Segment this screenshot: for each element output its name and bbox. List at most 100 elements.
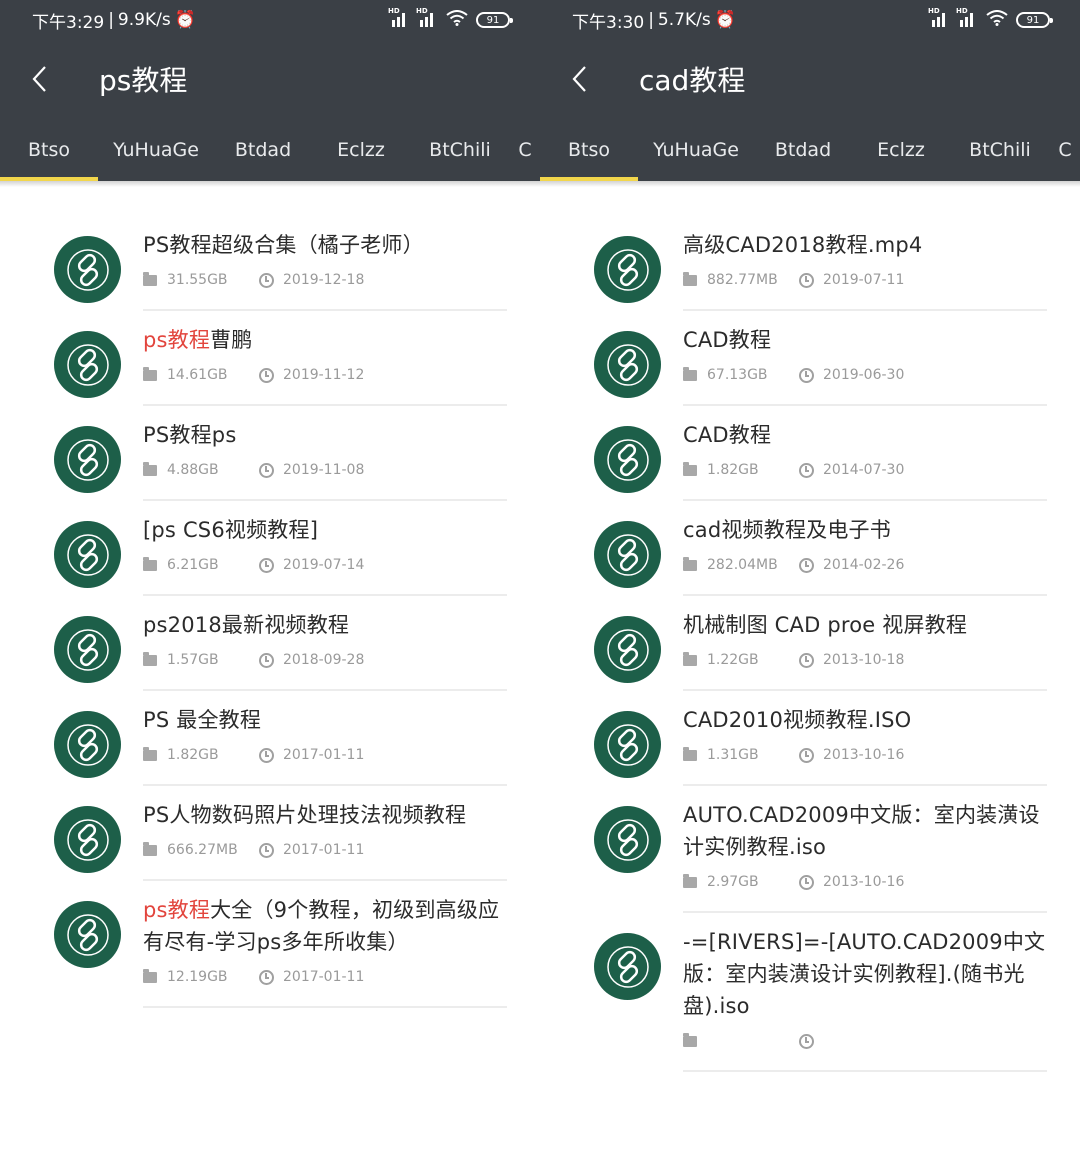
source-tabs: Btso YuHuaGe Btdad Eclzz BtChili C [0, 118, 540, 181]
list-item[interactable]: [ps CS6视频教程] 6.21GB 2019-07-14 [0, 501, 540, 596]
status-bar: 下午3:30 | 5.7K/s ⏰ HD HD 91 [540, 0, 1080, 40]
clock-icon [259, 462, 274, 478]
battery-icon: 91 [1016, 12, 1053, 28]
folder-icon [143, 461, 157, 476]
item-title: PS人物数码照片处理技法视频教程 [143, 803, 467, 827]
list-item[interactable]: PS人物数码照片处理技法视频教程 666.27MB 2017-01-11 [0, 786, 540, 881]
item-date: 2017-01-11 [283, 747, 365, 763]
screen-cad: 下午3:30 | 5.7K/s ⏰ HD HD 91 cad教程 Btso Yu… [540, 0, 1080, 1170]
tab-btchili[interactable]: BtChili [950, 118, 1050, 181]
wifi-icon [446, 9, 468, 31]
tab-eclzz[interactable]: Eclzz [312, 118, 410, 181]
list-item[interactable]: CAD教程 67.13GB 2019-06-30 [540, 311, 1080, 406]
clock-icon [799, 747, 814, 763]
item-size: 1.57GB [167, 652, 219, 668]
item-title: CAD教程 [683, 328, 772, 352]
link-icon [594, 933, 661, 1000]
item-date: 2013-10-18 [823, 652, 905, 668]
chevron-left-icon [32, 66, 46, 92]
item-title: ps教程大全（9个教程，初级到高级应有尽有-学习ps多年所收集） [143, 898, 500, 954]
tab-btso[interactable]: Btso [0, 118, 98, 181]
link-icon [54, 616, 121, 683]
folder-icon [143, 746, 157, 761]
list-item[interactable]: CAD2010视频教程.ISO 1.31GB 2013-10-16 [540, 691, 1080, 786]
list-item[interactable]: ps教程大全（9个教程，初级到高级应有尽有-学习ps多年所收集） 12.19GB… [0, 881, 540, 1008]
signal-icon: HD [928, 7, 950, 27]
list-item[interactable]: PS教程超级合集（橘子老师） 31.55GB 2019-12-18 [0, 216, 540, 311]
clock-icon [799, 874, 814, 890]
item-title: AUTO.CAD2009中文版：室内装潢设计实例教程.iso [683, 803, 1040, 859]
back-button[interactable] [0, 40, 80, 118]
app-bar: cad教程 [540, 40, 1080, 118]
screen-ps: 下午3:29 | 9.9K/s ⏰ HD HD 91 ps教程 Btso YuH… [0, 0, 540, 1170]
item-title: ps2018最新视频教程 [143, 613, 350, 637]
signal-icon: HD [388, 7, 410, 27]
status-time: 下午3:30 [572, 12, 645, 33]
item-date: 2014-07-30 [823, 462, 905, 478]
folder-icon [683, 873, 697, 888]
item-size: 882.77MB [707, 272, 778, 288]
wifi-icon [986, 9, 1008, 31]
item-date: 2017-01-11 [283, 969, 365, 985]
folder-icon [683, 271, 697, 286]
link-icon [54, 711, 121, 778]
folder-icon [143, 651, 157, 666]
list-item[interactable]: 机械制图 CAD proe 视屏教程 1.22GB 2013-10-18 [540, 596, 1080, 691]
item-date: 2019-07-14 [283, 557, 365, 573]
item-size: 1.31GB [707, 747, 759, 763]
clock-icon [799, 367, 814, 383]
link-icon [54, 521, 121, 588]
item-size: 67.13GB [707, 367, 768, 383]
list-item[interactable]: ps2018最新视频教程 1.57GB 2018-09-28 [0, 596, 540, 691]
item-title: ps教程曹鹏 [143, 328, 253, 352]
link-icon [54, 331, 121, 398]
folder-icon [143, 841, 157, 856]
tab-yuhuage[interactable]: YuHuaGe [638, 118, 754, 181]
item-date: 2014-02-26 [823, 557, 905, 573]
clock-icon [259, 557, 274, 573]
folder-icon [143, 271, 157, 286]
folder-icon [683, 746, 697, 761]
list-item[interactable]: 高级CAD2018教程.mp4 882.77MB 2019-07-11 [540, 216, 1080, 311]
link-icon [54, 426, 121, 493]
clock-icon [259, 367, 274, 383]
item-date: 2013-10-16 [823, 747, 905, 763]
list-item[interactable]: AUTO.CAD2009中文版：室内装潢设计实例教程.iso 2.97GB 201… [540, 786, 1080, 913]
tab-yuhuage[interactable]: YuHuaGe [98, 118, 214, 181]
status-time: 下午3:29 [32, 12, 105, 33]
item-size: 282.04MB [707, 557, 778, 573]
tab-btso[interactable]: Btso [540, 118, 638, 181]
link-icon [54, 901, 121, 968]
item-size: 1.82GB [167, 747, 219, 763]
list-item[interactable]: PS教程ps 4.88GB 2019-11-08 [0, 406, 540, 501]
tab-c[interactable]: C [510, 118, 540, 181]
item-size: 31.55GB [167, 272, 228, 288]
list-item[interactable]: ps教程曹鹏 14.61GB 2019-11-12 [0, 311, 540, 406]
list-item[interactable]: PS 最全教程 1.82GB 2017-01-11 [0, 691, 540, 786]
tab-btchili[interactable]: BtChili [410, 118, 510, 181]
tab-btdad[interactable]: Btdad [754, 118, 852, 181]
link-icon [594, 521, 661, 588]
link-icon [594, 616, 661, 683]
signal-icon: HD [956, 7, 978, 27]
item-date: 2013-10-16 [823, 874, 905, 890]
back-button[interactable] [540, 40, 620, 118]
folder-icon [143, 366, 157, 381]
folder-icon [143, 556, 157, 571]
link-icon [594, 711, 661, 778]
list-item[interactable]: -=[RIVERS]=-[AUTO.CAD2009中文版：室内装潢设计实例教程]… [540, 913, 1080, 1072]
item-size: 2.97GB [707, 874, 759, 890]
clock-icon [799, 462, 814, 478]
item-size: 1.82GB [707, 462, 759, 478]
list-item[interactable]: CAD教程 1.82GB 2014-07-30 [540, 406, 1080, 501]
link-icon [54, 806, 121, 873]
list-item[interactable]: cad视频教程及电子书 282.04MB 2014-02-26 [540, 501, 1080, 596]
item-date: 2018-09-28 [283, 652, 365, 668]
folder-icon [683, 1032, 697, 1047]
clock-icon [259, 652, 274, 668]
tab-btdad[interactable]: Btdad [214, 118, 312, 181]
tab-c[interactable]: C [1050, 118, 1080, 181]
tab-eclzz[interactable]: Eclzz [852, 118, 950, 181]
item-title: PS教程ps [143, 423, 237, 447]
folder-icon [683, 461, 697, 476]
